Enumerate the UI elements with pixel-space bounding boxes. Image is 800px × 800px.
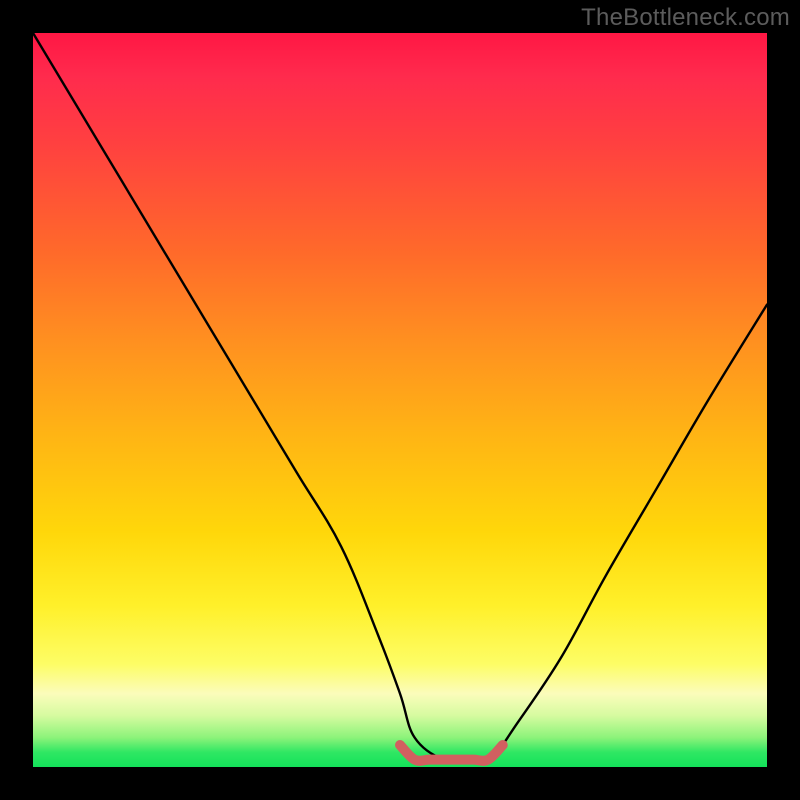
curve-svg [33,33,767,767]
optimal-band-marker [400,745,503,761]
bottleneck-curve [33,33,767,762]
plot-area [33,33,767,767]
watermark-text: TheBottleneck.com [581,4,790,32]
chart-frame: TheBottleneck.com [0,0,800,800]
